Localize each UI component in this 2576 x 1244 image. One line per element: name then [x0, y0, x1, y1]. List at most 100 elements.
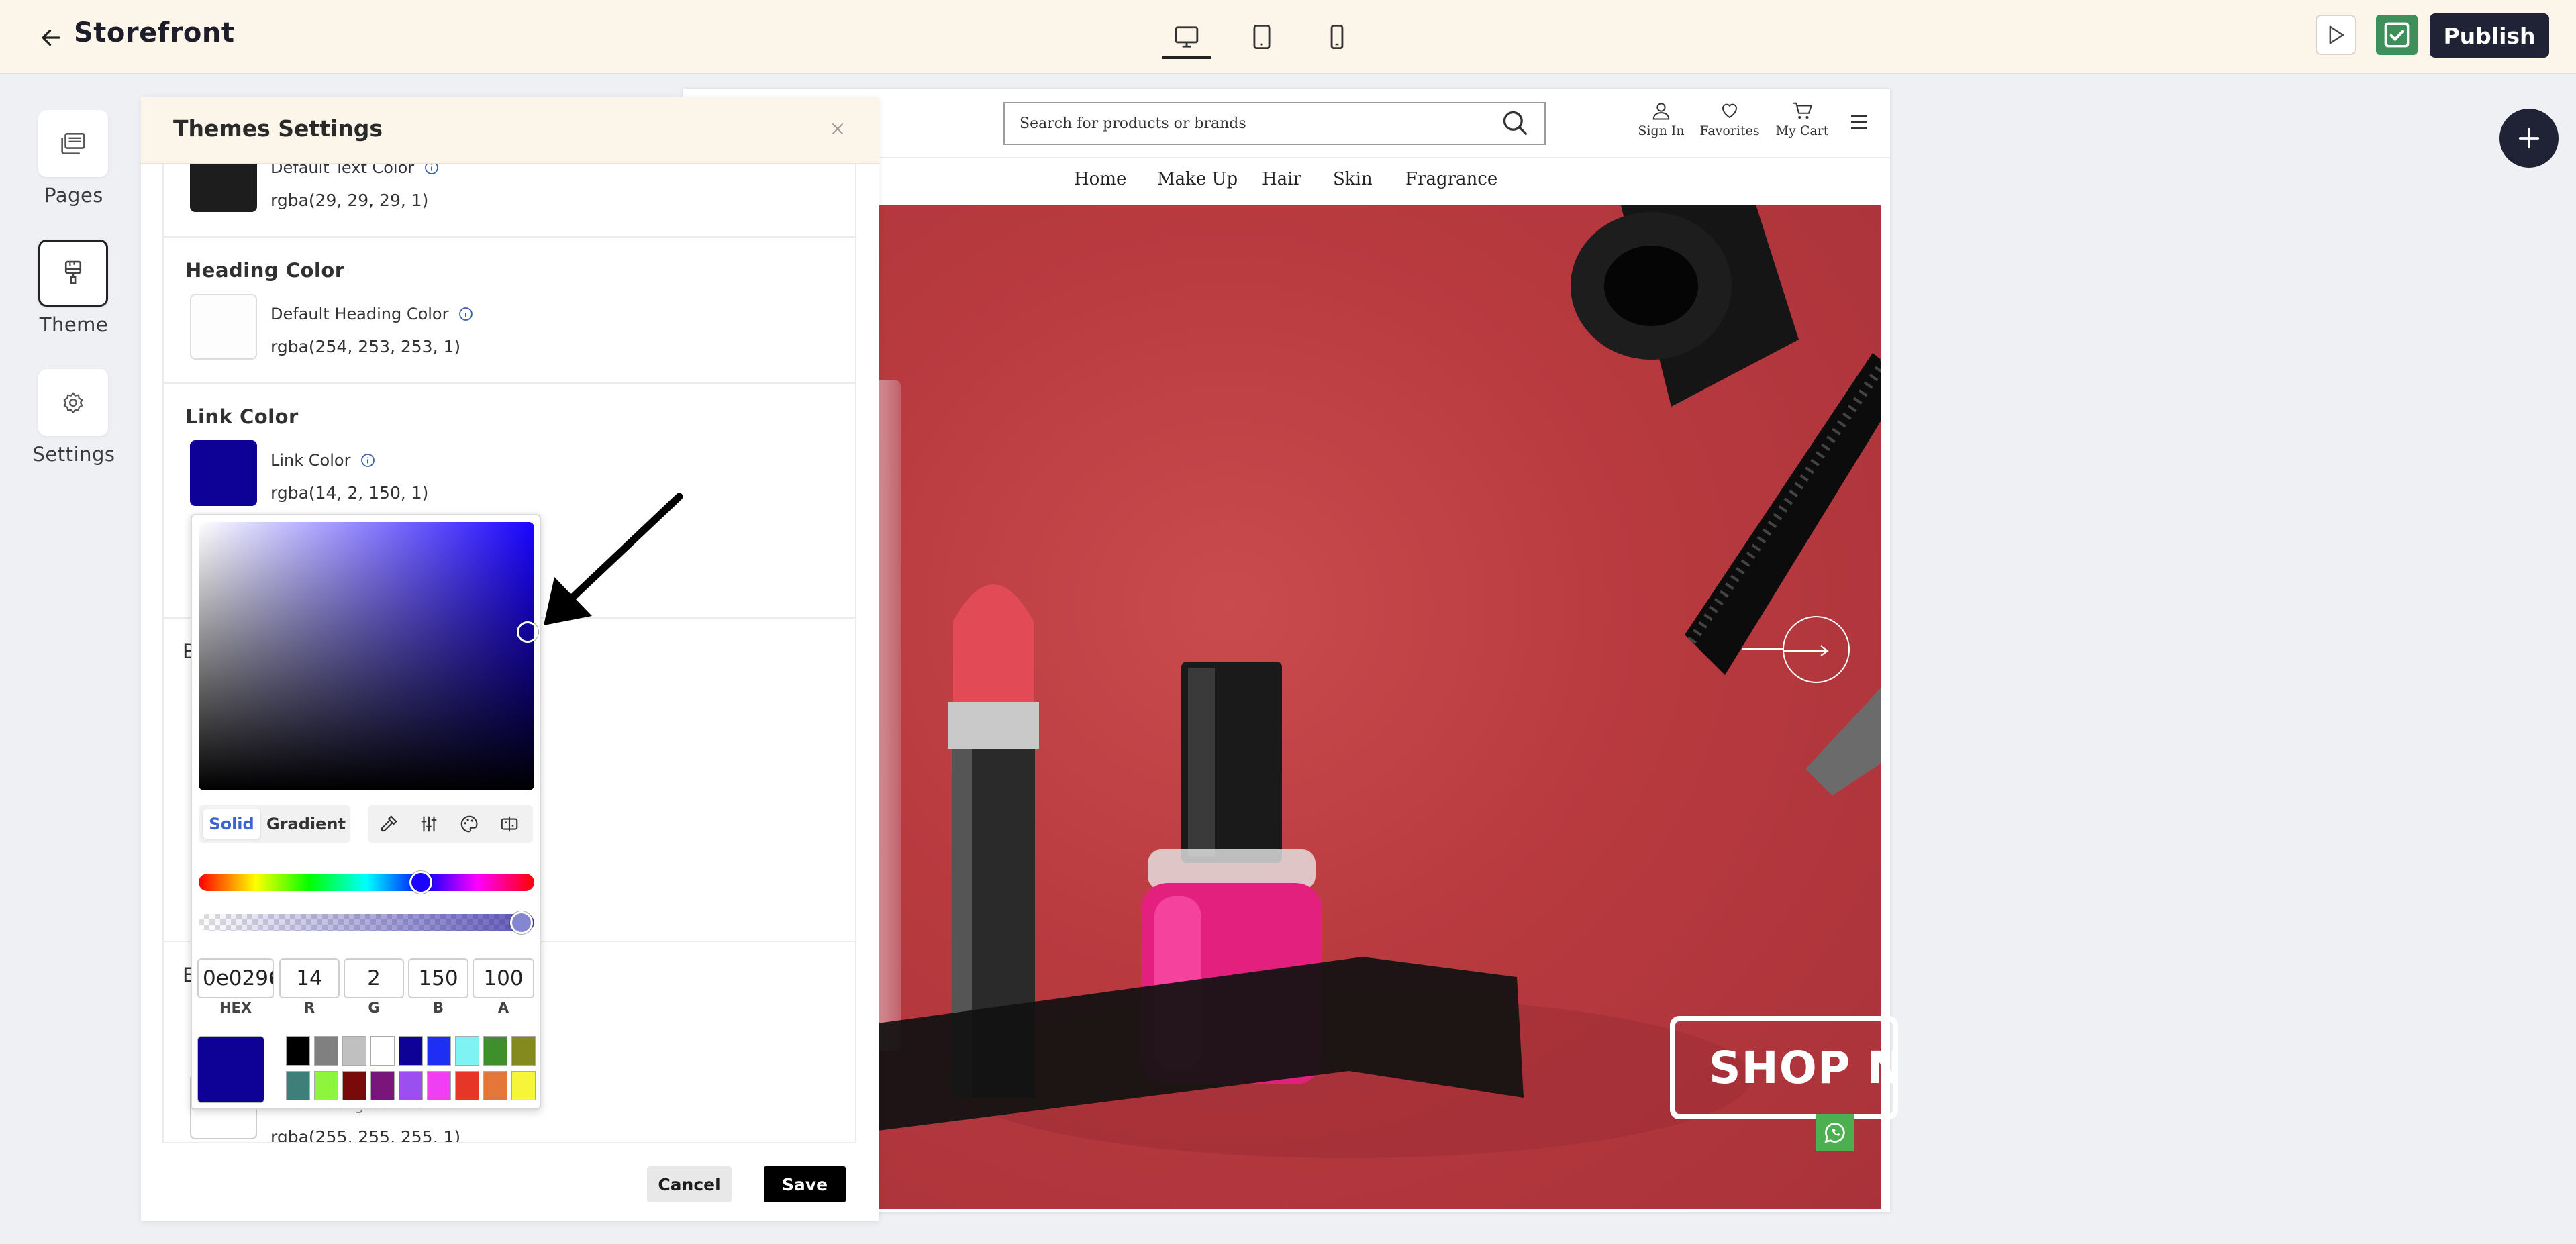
preset-swatch[interactable]: [427, 1036, 451, 1066]
close-icon: [832, 123, 844, 135]
alpha-slider-handle[interactable]: [510, 911, 533, 934]
heading-color-label: Default Heading Color: [270, 305, 449, 323]
annotation-arrow-icon: [544, 493, 683, 625]
preset-swatch[interactable]: [342, 1036, 366, 1066]
preset-swatch[interactable]: [455, 1071, 479, 1100]
sidebar-label-theme: Theme: [39, 313, 109, 336]
hex-input[interactable]: 0e0296: [197, 958, 274, 998]
link-color-swatch[interactable]: [190, 440, 257, 506]
publish-button[interactable]: Publish: [2430, 13, 2549, 58]
divider: [164, 382, 855, 384]
blue-label: B: [432, 1000, 444, 1016]
sliders-icon: [421, 816, 437, 832]
alpha-input[interactable]: 100: [473, 958, 534, 998]
desktop-icon: [1175, 26, 1199, 48]
alpha-label: A: [497, 1000, 509, 1016]
preset-swatch[interactable]: [399, 1071, 423, 1100]
cancel-button[interactable]: Cancel: [647, 1166, 732, 1202]
hero-next-button[interactable]: [1783, 616, 1850, 683]
preview-button[interactable]: [2316, 15, 2356, 55]
gradient-mode-button[interactable]: Gradient: [266, 809, 346, 839]
preset-swatch[interactable]: [483, 1036, 507, 1066]
sliders-button[interactable]: [415, 811, 443, 837]
favorites-label: Favorites: [1699, 123, 1760, 138]
sidebar-item-theme[interactable]: [38, 240, 108, 307]
red-label: R: [303, 1000, 315, 1016]
preset-swatch[interactable]: [314, 1071, 338, 1100]
desktop-view-button[interactable]: [1168, 19, 1205, 55]
whatsapp-button[interactable]: [1816, 1114, 1854, 1151]
nav-hair[interactable]: Hair: [1262, 169, 1301, 189]
sign-in-link[interactable]: Sign In: [1631, 101, 1691, 138]
tablet-view-button[interactable]: [1243, 19, 1281, 55]
preset-swatch[interactable]: [342, 1071, 366, 1100]
nav-skin[interactable]: Skin: [1333, 169, 1373, 189]
gear-icon: [63, 392, 83, 413]
text-color-value: rgba(29, 29, 29, 1): [270, 191, 429, 210]
paintbrush-icon: [64, 260, 82, 284]
add-section-button[interactable]: [2499, 109, 2559, 168]
search-icon[interactable]: [1501, 109, 1530, 138]
sidebar-item-settings[interactable]: [38, 369, 108, 436]
palette-icon: [460, 815, 478, 833]
green-input[interactable]: 2: [344, 958, 404, 998]
hue-slider-handle[interactable]: [409, 871, 432, 894]
hue-slider[interactable]: [199, 874, 534, 891]
shop-now-button[interactable]: SHOP N: [1670, 1016, 1898, 1119]
blue-input[interactable]: 150: [408, 958, 468, 998]
info-icon: [361, 454, 375, 467]
user-icon: [1652, 103, 1670, 120]
alpha-slider[interactable]: [199, 914, 534, 931]
preset-swatch[interactable]: [399, 1036, 423, 1066]
hero-arrow-line: [1742, 648, 1784, 650]
preset-swatch[interactable]: [427, 1071, 451, 1100]
nav-fragrance[interactable]: Fragrance: [1405, 169, 1497, 189]
eyedropper-icon: [381, 815, 397, 832]
favorites-link[interactable]: Favorites: [1699, 101, 1760, 138]
save-button[interactable]: Save: [764, 1166, 846, 1202]
panel-title: Themes Settings: [173, 115, 383, 142]
tablet-icon: [1253, 24, 1271, 50]
preset-swatch[interactable]: [370, 1036, 395, 1066]
solid-mode-button[interactable]: Solid: [203, 809, 260, 839]
plus-icon: [2518, 127, 2540, 149]
heading-color-swatch[interactable]: [190, 294, 257, 360]
link-color-title: Link Color: [185, 405, 299, 428]
preset-swatch[interactable]: [511, 1071, 536, 1100]
palette-button[interactable]: [455, 811, 483, 837]
heading-color-value: rgba(254, 253, 253, 1): [270, 337, 461, 356]
nav-home[interactable]: Home: [1074, 169, 1126, 189]
saturation-value-area[interactable]: [199, 522, 534, 790]
green-label: G: [368, 1000, 380, 1016]
preset-swatch[interactable]: [370, 1071, 395, 1100]
preset-swatch[interactable]: [286, 1071, 310, 1100]
sidebar-item-pages[interactable]: [38, 110, 108, 177]
compare-button[interactable]: [495, 811, 524, 837]
mobile-icon: [1330, 24, 1344, 50]
heading-color-label-row: Default Heading Color: [270, 305, 474, 323]
arrow-left-icon: [42, 29, 60, 46]
link-color-label-row: Link Color: [270, 451, 376, 470]
preset-swatch[interactable]: [511, 1036, 536, 1066]
hamburger-menu-icon[interactable]: [1847, 110, 1871, 134]
cart-link[interactable]: My Cart: [1772, 101, 1832, 138]
whatsapp-icon: [1824, 1123, 1845, 1143]
arrow-right-icon: [1784, 645, 1829, 656]
preset-swatch[interactable]: [314, 1036, 338, 1066]
mobile-view-button[interactable]: [1318, 19, 1356, 55]
eyedropper-button[interactable]: [375, 811, 403, 837]
preset-swatch[interactable]: [455, 1036, 479, 1066]
info-icon: [459, 307, 473, 321]
red-input[interactable]: 14: [279, 958, 340, 998]
site-search-input[interactable]: Search for products or brands: [1003, 102, 1546, 145]
hex-label: HEX: [219, 1000, 252, 1016]
autosave-status-button[interactable]: [2376, 15, 2418, 55]
preset-swatch[interactable]: [286, 1036, 310, 1066]
preset-swatch[interactable]: [483, 1071, 507, 1100]
back-button[interactable]: [34, 20, 68, 55]
nav-make-up[interactable]: Make Up: [1157, 169, 1238, 189]
error-bg-value: rgba(255, 255, 255, 1): [270, 1127, 461, 1142]
sidebar-label-settings: Settings: [32, 443, 115, 466]
cart-label: My Cart: [1775, 123, 1829, 138]
close-panel-button[interactable]: [824, 115, 851, 142]
